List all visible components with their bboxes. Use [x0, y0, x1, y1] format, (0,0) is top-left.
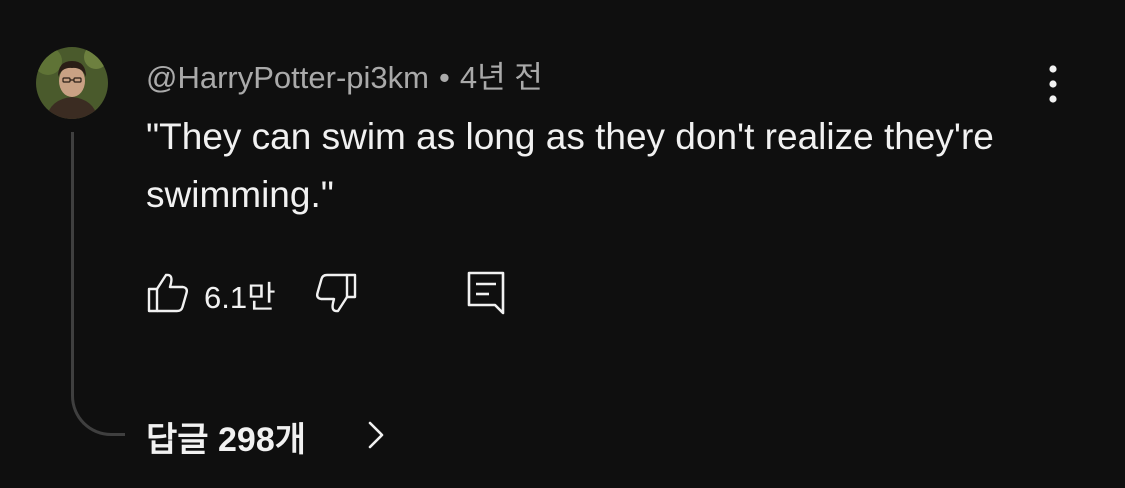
comment-icon[interactable] — [464, 270, 508, 316]
timestamp[interactable]: 4년 전 — [460, 60, 543, 95]
thumbs-down-icon[interactable] — [314, 272, 358, 316]
more-vertical-icon[interactable] — [1038, 64, 1068, 104]
replies-button[interactable]: 답글 298개 — [146, 412, 306, 461]
like-count: 6.1만 — [204, 280, 276, 315]
thumbs-up-icon[interactable] — [146, 270, 190, 314]
avatar[interactable] — [36, 47, 108, 119]
author-name[interactable]: @HarryPotter-pi3km — [146, 60, 429, 95]
separator-dot: • — [438, 60, 450, 95]
thread-line — [71, 132, 125, 436]
comment-meta: @HarryPotter-pi3km • 4년 전 — [146, 52, 543, 97]
chevron-right-icon[interactable] — [362, 418, 390, 452]
comment-text: "They can swim as long as they don't rea… — [146, 116, 994, 215]
